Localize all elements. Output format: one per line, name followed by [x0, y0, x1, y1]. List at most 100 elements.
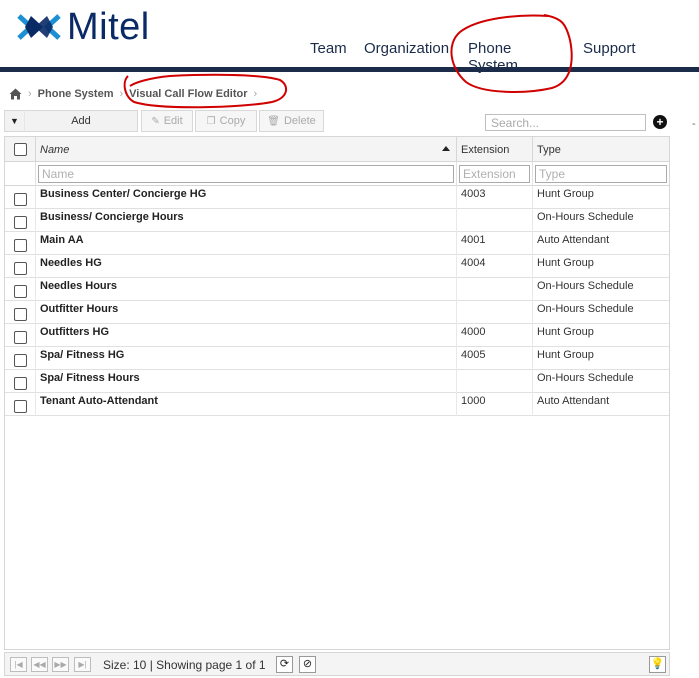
filter-type-input[interactable]: [535, 165, 667, 183]
row-checkbox[interactable]: [13, 192, 27, 206]
add-circle-icon[interactable]: +: [653, 115, 667, 129]
search-input[interactable]: [485, 114, 646, 131]
table-row[interactable]: Spa/ Fitness HG 4005 Hunt Group: [5, 347, 669, 370]
row-name[interactable]: Needles HG: [36, 255, 457, 278]
nav-organization[interactable]: Organization: [364, 40, 449, 57]
last-page-icon[interactable]: ▶|: [74, 657, 91, 672]
brand-name: Mitel: [67, 6, 150, 48]
row-check-cell: [5, 255, 36, 278]
filter-spacer: [5, 162, 36, 186]
grid-pager: |◀ ◀◀ ▶▶ ▶| Size: 10 | Showing page 1 of…: [4, 652, 670, 676]
add-button-label: Add: [71, 115, 91, 127]
row-extension: 4004: [457, 255, 533, 278]
row-extension: [457, 301, 533, 324]
toolbar-dash: -: [692, 118, 696, 130]
table-row[interactable]: Needles HG 4004 Hunt Group: [5, 255, 669, 278]
row-type: Auto Attendant: [537, 395, 610, 407]
home-icon[interactable]: [9, 88, 22, 100]
table-row[interactable]: Main AA 4001 Auto Attendant: [5, 232, 669, 255]
row-name[interactable]: Outfitters HG: [36, 324, 457, 347]
copy-button[interactable]: ❐ Copy: [195, 110, 257, 132]
column-header-name[interactable]: Name: [36, 137, 457, 162]
row-type: Auto Attendant: [537, 234, 610, 246]
pager-status: Size: 10 | Showing page 1 of 1: [103, 658, 266, 672]
row-checkbox[interactable]: [13, 330, 27, 344]
row-name[interactable]: Main AA: [36, 232, 457, 255]
app-header: Mitel Team Organization Phone System Sup…: [0, 0, 699, 74]
column-header-extension[interactable]: Extension: [457, 137, 533, 162]
column-header-type-label: Type: [537, 143, 561, 156]
header-divider: [0, 67, 699, 72]
add-button[interactable]: Add: [24, 110, 138, 132]
edit-button[interactable]: ✎ Edit: [141, 110, 193, 132]
row-name[interactable]: Business Center/ Concierge HG: [36, 186, 457, 209]
table-row[interactable]: Business/ Concierge Hours On-Hours Sched…: [5, 209, 669, 232]
row-checkbox[interactable]: [13, 215, 27, 229]
row-check-cell: [5, 278, 36, 301]
grid-header: Name Extension Type: [5, 137, 669, 162]
filter-extension-input[interactable]: [459, 165, 530, 183]
row-check-cell: [5, 209, 36, 232]
copy-icon: ❐: [206, 115, 216, 127]
row-type: On-Hours Schedule: [537, 280, 634, 292]
previous-page-icon[interactable]: ◀◀: [31, 657, 48, 672]
row-checkbox[interactable]: [13, 284, 27, 298]
filter-name-input[interactable]: [38, 165, 454, 183]
row-checkbox[interactable]: [13, 238, 27, 252]
breadcrumb-phone-system[interactable]: Phone System: [38, 88, 114, 100]
row-name[interactable]: Business/ Concierge Hours: [36, 209, 457, 232]
chevron-right-icon: ›: [253, 88, 258, 100]
copy-button-label: Copy: [219, 115, 246, 127]
column-header-extension-label: Extension: [461, 143, 510, 156]
table-row[interactable]: Outfitters HG 4000 Hunt Group: [5, 324, 669, 347]
grid-rows: Business Center/ Concierge HG 4003 Hunt …: [5, 186, 669, 416]
row-checkbox[interactable]: [13, 353, 27, 367]
row-checkbox[interactable]: [13, 261, 27, 275]
next-page-icon[interactable]: ▶▶: [52, 657, 69, 672]
filter-row: [5, 162, 669, 186]
row-extension: 4000: [457, 324, 533, 347]
pencil-icon: ✎: [151, 115, 160, 127]
refresh-icon[interactable]: ⟳: [276, 656, 293, 673]
row-type: Hunt Group: [537, 326, 594, 338]
nav-support[interactable]: Support: [583, 40, 636, 57]
row-name[interactable]: Tenant Auto-Attendant: [36, 393, 457, 416]
add-dropdown-button[interactable]: ▼: [4, 110, 24, 132]
caret-down-icon: ▼: [10, 116, 19, 126]
row-name[interactable]: Outfitter Hours: [36, 301, 457, 324]
breadcrumb-visual-call-flow-editor[interactable]: Visual Call Flow Editor: [129, 88, 247, 100]
row-extension: [457, 278, 533, 301]
row-name[interactable]: Spa/ Fitness Hours: [36, 370, 457, 393]
nav-team[interactable]: Team: [310, 40, 347, 57]
table-row[interactable]: Needles Hours On-Hours Schedule: [5, 278, 669, 301]
table-row[interactable]: Spa/ Fitness Hours On-Hours Schedule: [5, 370, 669, 393]
row-check-cell: [5, 370, 36, 393]
table-row[interactable]: Tenant Auto-Attendant 1000 Auto Attendan…: [5, 393, 669, 416]
row-type: Hunt Group: [537, 188, 594, 200]
row-name[interactable]: Needles Hours: [36, 278, 457, 301]
table-row[interactable]: Business Center/ Concierge HG 4003 Hunt …: [5, 186, 669, 209]
row-checkbox[interactable]: [13, 399, 27, 413]
row-name[interactable]: Spa/ Fitness HG: [36, 347, 457, 370]
filter-type-cell: [533, 162, 669, 186]
cancel-icon[interactable]: ⊘: [299, 656, 316, 673]
row-extension: [457, 370, 533, 393]
lightbulb-icon[interactable]: 💡: [649, 656, 666, 673]
row-type: Hunt Group: [537, 349, 594, 361]
first-page-icon[interactable]: |◀: [10, 657, 27, 672]
delete-button[interactable]: 🗑 Delete: [259, 110, 324, 132]
row-check-cell: [5, 347, 36, 370]
row-extension: 4001: [457, 232, 533, 255]
table-row[interactable]: Outfitter Hours On-Hours Schedule: [5, 301, 669, 324]
filter-extension-cell: [457, 162, 533, 186]
select-all-checkbox[interactable]: [13, 143, 27, 156]
breadcrumb: › Phone System › Visual Call Flow Editor…: [9, 86, 263, 102]
row-checkbox[interactable]: [13, 376, 27, 390]
row-check-cell: [5, 186, 36, 209]
column-header-type[interactable]: Type: [533, 137, 669, 162]
row-type: Hunt Group: [537, 257, 594, 269]
sort-ascending-icon: [442, 146, 450, 151]
row-type: On-Hours Schedule: [537, 303, 634, 315]
row-checkbox[interactable]: [13, 307, 27, 321]
mitel-logo[interactable]: Mitel: [17, 8, 150, 46]
